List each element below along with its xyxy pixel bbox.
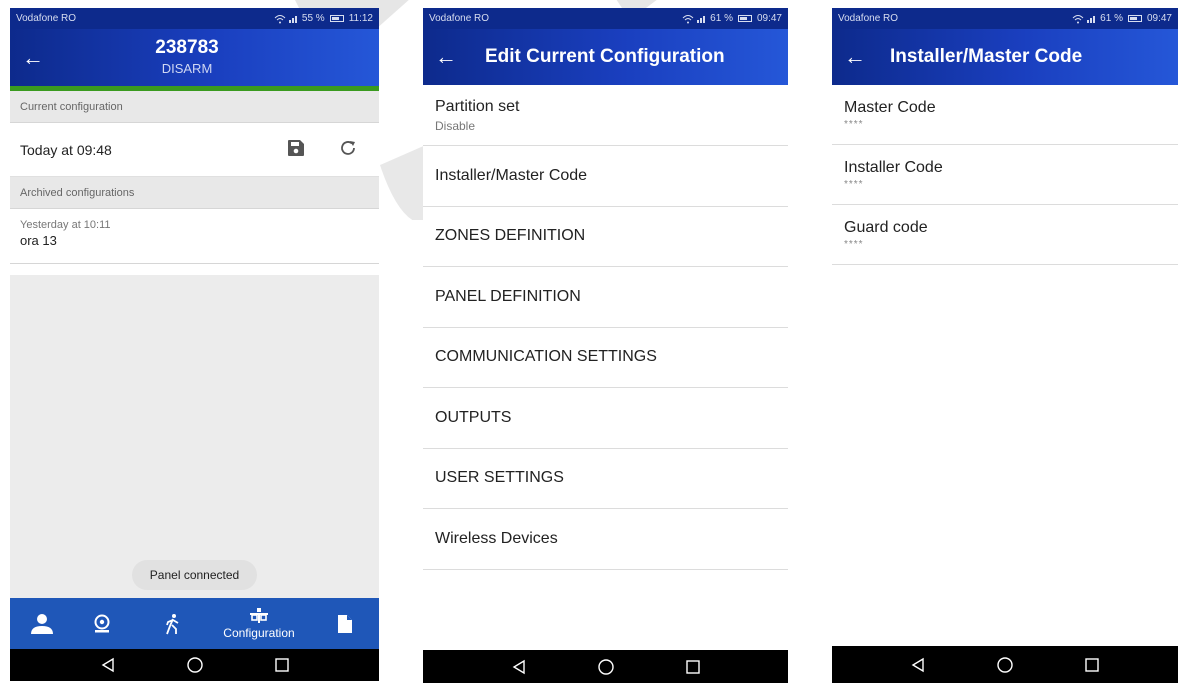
wifi-icon	[682, 14, 694, 24]
page-title: Installer/Master Code	[890, 46, 1083, 67]
carrier-label: Vodafone RO	[838, 13, 899, 24]
nav-configuration[interactable]: Configuration	[214, 598, 304, 650]
back-arrow-icon[interactable]: ←	[832, 46, 878, 68]
current-config-header: Current configuration	[10, 91, 379, 123]
menu-item-user-settings[interactable]: USER SETTINGS	[423, 449, 788, 509]
panel-id-title: 238783	[155, 37, 219, 58]
screen-configuration-list: Vodafone RO 55 % 11:12 ← 238783 DISARM C…	[10, 8, 379, 681]
android-navigation-bar	[423, 650, 788, 683]
menu-item-label: Partition set	[435, 97, 520, 115]
menu-item-communication-settings[interactable]: COMMUNICATION SETTINGS	[423, 328, 788, 388]
current-config-row[interactable]: Today at 09:48	[10, 123, 379, 177]
android-recents-icon[interactable]	[1084, 657, 1100, 673]
menu-item-label: OUTPUTS	[435, 408, 512, 426]
carrier-label: Vodafone RO	[16, 13, 77, 24]
list-item[interactable]: Yesterday at 10:11 ora 13	[10, 209, 379, 264]
save-icon[interactable]	[287, 139, 305, 157]
status-bar: Vodafone RO 61 % 09:47	[832, 8, 1178, 29]
code-value: ****	[844, 179, 864, 190]
archived-config-header: Archived configurations	[10, 177, 379, 209]
menu-item-zones-definition[interactable]: ZONES DEFINITION	[423, 207, 788, 267]
camera-icon[interactable]	[89, 598, 115, 650]
menu-item-label: ZONES DEFINITION	[435, 227, 586, 245]
menu-item-partition-set[interactable]: Partition set Disable	[423, 85, 788, 146]
code-list: Master Code **** Installer Code **** Gua…	[832, 85, 1178, 265]
signal-icon	[288, 14, 299, 23]
menu-item-label: COMMUNICATION SETTINGS	[435, 348, 657, 366]
user-icon[interactable]	[28, 598, 56, 650]
clock: 11:12	[348, 13, 373, 24]
menu-list: Partition set Disable Installer/Master C…	[423, 85, 788, 570]
android-navigation-bar	[10, 649, 379, 681]
menu-item-label: PANEL DEFINITION	[435, 287, 581, 305]
configuration-icon	[249, 608, 269, 624]
android-home-icon[interactable]	[996, 656, 1014, 674]
android-home-icon[interactable]	[597, 658, 615, 676]
menu-item-installer-master-code[interactable]: Installer/Master Code	[423, 146, 788, 207]
battery-percent: 61 %	[710, 13, 733, 24]
installer-code-item[interactable]: Installer Code ****	[832, 145, 1178, 205]
code-label: Master Code	[844, 99, 936, 116]
archived-config-name: ora 13	[20, 233, 57, 248]
guard-code-item[interactable]: Guard code ****	[832, 205, 1178, 265]
android-back-icon[interactable]	[910, 657, 926, 673]
menu-item-label: USER SETTINGS	[435, 469, 564, 487]
app-bar: ← Installer/Master Code	[832, 29, 1178, 85]
document-icon[interactable]	[334, 598, 356, 650]
android-navigation-bar	[832, 646, 1178, 683]
battery-icon	[329, 15, 344, 22]
app-bar: ← Edit Current Configuration	[423, 29, 788, 85]
bottom-navigation: Configuration	[10, 598, 379, 650]
menu-item-wireless-devices[interactable]: Wireless Devices	[423, 509, 788, 570]
signal-icon	[1087, 14, 1097, 23]
menu-item-outputs[interactable]: OUTPUTS	[423, 388, 788, 449]
menu-item-label: Installer/Master Code	[435, 166, 588, 184]
back-arrow-icon[interactable]: ←	[423, 46, 469, 68]
carrier-label: Vodafone RO	[429, 13, 490, 24]
code-label: Installer Code	[844, 159, 943, 176]
archived-config-date: Yesterday at 10:11	[20, 219, 111, 231]
panel-state-subtitle: DISARM	[161, 61, 213, 76]
clock: 09:47	[756, 13, 782, 24]
code-value: ****	[844, 119, 864, 130]
battery-icon	[737, 15, 752, 22]
walk-icon[interactable]	[160, 598, 186, 650]
wifi-icon	[274, 14, 286, 24]
master-code-item[interactable]: Master Code ****	[832, 85, 1178, 145]
app-bar: ← 238783 DISARM	[10, 29, 379, 86]
toast-message: Panel connected	[132, 560, 257, 590]
current-config-label: Today at 09:48	[20, 141, 112, 158]
code-label: Guard code	[844, 219, 928, 236]
status-bar: Vodafone RO 61 % 09:47	[423, 8, 788, 29]
battery-percent: 61 %	[1100, 13, 1123, 24]
clock: 09:47	[1146, 13, 1172, 24]
refresh-icon[interactable]	[339, 139, 357, 157]
android-home-icon[interactable]	[186, 656, 204, 674]
android-recents-icon[interactable]	[274, 657, 290, 673]
screen-edit-configuration: Vodafone RO 61 % 09:47 ← Edit Current Co…	[423, 8, 788, 683]
battery-percent: 55 %	[301, 13, 325, 24]
page-title: Edit Current Configuration	[485, 46, 725, 67]
menu-item-value: Disable	[435, 118, 476, 133]
nav-configuration-label: Configuration	[223, 626, 295, 640]
android-back-icon[interactable]	[100, 657, 116, 673]
signal-icon	[697, 14, 707, 23]
android-recents-icon[interactable]	[685, 659, 701, 675]
wifi-icon	[1072, 14, 1084, 24]
menu-item-panel-definition[interactable]: PANEL DEFINITION	[423, 267, 788, 328]
menu-item-label: Wireless Devices	[435, 529, 558, 547]
android-back-icon[interactable]	[511, 659, 527, 675]
battery-icon	[1127, 15, 1142, 22]
status-bar: Vodafone RO 55 % 11:12	[10, 8, 379, 29]
screen-installer-master-code: Vodafone RO 61 % 09:47 ← Installer/Maste…	[832, 8, 1178, 683]
code-value: ****	[844, 239, 864, 250]
